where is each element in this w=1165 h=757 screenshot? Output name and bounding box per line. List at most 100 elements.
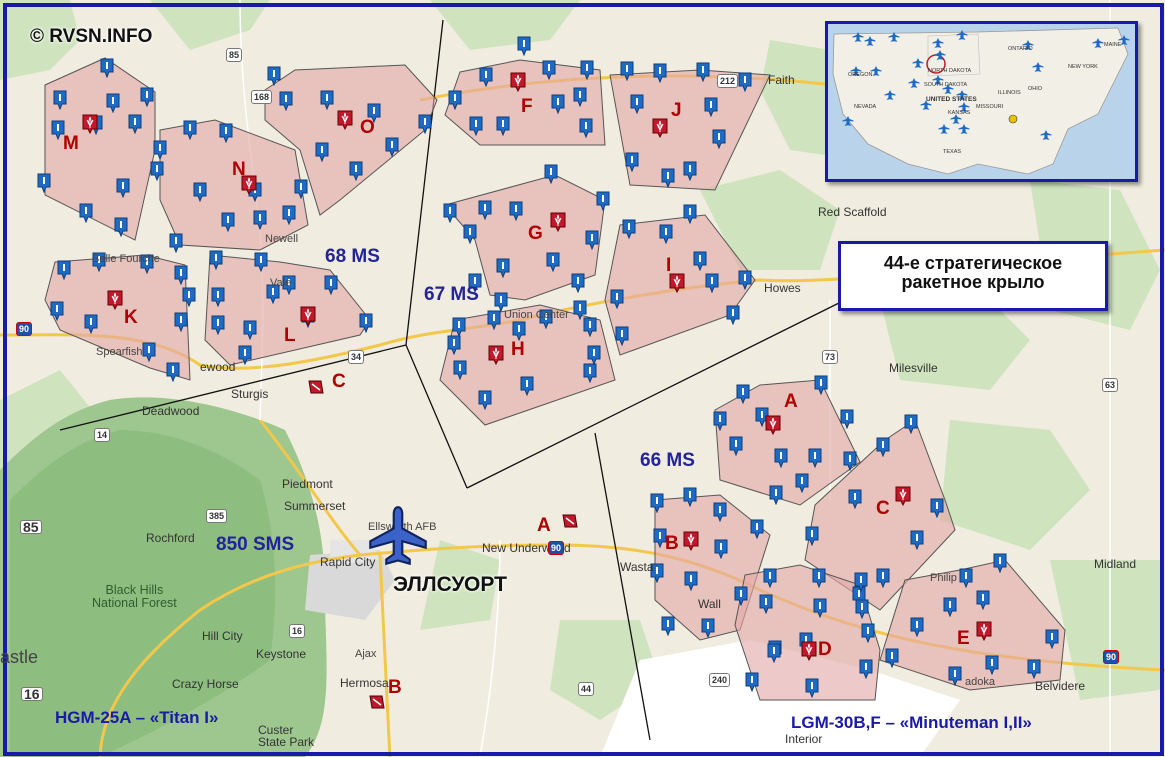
town-vale: Vale [270, 277, 292, 289]
inset-label-nd: NORTH DAKOTA [928, 68, 972, 74]
inset-svg [832, 27, 1130, 175]
zone-letter-I: I [666, 255, 672, 276]
highway-385-shield: 385 [206, 509, 228, 523]
highway-63-shield: 63 [1102, 378, 1119, 392]
highway-85-shield: 85 [226, 48, 243, 62]
titan-silo-icon[interactable] [562, 514, 578, 528]
town-red-scaffold: Red Scaffold [818, 205, 887, 219]
highway-90-shield: 90 [16, 322, 33, 336]
highway-16-shield: 16 [289, 624, 306, 638]
town-whitewood: ewood [200, 360, 236, 374]
squadron-850-label: 850 SMS [216, 534, 295, 555]
town-wasta: Wasta [620, 560, 654, 574]
town-keystone: Keystone [256, 647, 307, 661]
silo-pin-icon[interactable] [661, 616, 675, 636]
wing-label-line1: 44-е стратегическое [883, 253, 1063, 273]
wing-label-line2: ракетное крыло [901, 271, 1045, 292]
town-wall: Wall [698, 597, 721, 611]
map-canvas[interactable]: NORTH DAKOTA SOUTH DAKOTA OREGON NEVADA … [0, 0, 1165, 757]
inset-label-tx: TEXAS [943, 149, 962, 155]
silo-pin-icon[interactable] [443, 203, 457, 223]
silo-pin-icon[interactable] [169, 233, 183, 253]
town-union-center: Union Center [504, 309, 569, 321]
town-milesville: Milesville [889, 361, 938, 375]
minuteman-missile-label: LGM-30B,F – «Minuteman I,II» [791, 713, 1032, 732]
titan-site-B: B [388, 677, 402, 698]
inset-label-ks: KANSAS [948, 110, 971, 116]
town-ajax: Ajax [355, 648, 377, 660]
highway-14-shield: 14 [94, 428, 111, 442]
silo-pin-icon[interactable] [79, 203, 93, 223]
town-faith: Faith [768, 73, 795, 87]
silo-zone-L[interactable] [204, 254, 371, 366]
zone-letter-K: K [124, 307, 138, 328]
inset-label-sd: SOUTH DAKOTA [924, 82, 967, 88]
silo-pin-icon[interactable] [517, 36, 531, 56]
zone-letter-C: C [876, 498, 890, 519]
silo-zone-M[interactable] [44, 57, 156, 241]
town-deadwood: Deadwood [142, 404, 200, 418]
zone-letter-F: F [521, 96, 533, 117]
highway-90-east-shield: 90 [548, 541, 565, 555]
copyright-label: © RVSN.INFO [30, 26, 153, 47]
airbase-name: ЭЛЛСУОРТ [393, 573, 507, 596]
highway-90-far-east-shield: 90 [1103, 650, 1120, 664]
inset-label-on: ONTARIO [1008, 46, 1033, 52]
town-rochford: Rochford [146, 531, 195, 545]
airbase-icon[interactable] [366, 505, 430, 569]
highway-240-shield: 240 [709, 673, 731, 687]
highway-16-west-shield: 16 [21, 687, 43, 701]
silo-pin-icon[interactable] [726, 305, 740, 325]
zone-letter-J: J [671, 100, 682, 121]
town-kadoka: adoka [965, 676, 995, 688]
silo-zone-N[interactable] [159, 119, 309, 251]
park-label-line2: National Forest [92, 596, 177, 611]
zone-letter-N: N [232, 159, 246, 180]
inset-label-or: OREGON [848, 72, 873, 78]
zone-letter-G: G [528, 223, 543, 244]
inset-label-ny: NEW YORK [1068, 64, 1098, 70]
titan-site-C: C [332, 371, 346, 392]
town-summerset: Summerset [284, 499, 346, 513]
silo-pin-icon[interactable] [571, 273, 585, 293]
titan-site-A: A [537, 515, 551, 536]
silo-pin-icon[interactable] [166, 362, 180, 382]
zone-letter-H: H [511, 339, 525, 360]
town-interior: Interior [785, 732, 823, 746]
squadron-66-label: 66 MS [640, 450, 695, 471]
town-spearfish: Spearfish [96, 346, 143, 358]
zone-letter-O: O [360, 117, 375, 138]
titan-silo-icon[interactable] [308, 380, 324, 394]
town-midland: Midland [1094, 557, 1137, 571]
titan-silo-icon[interactable] [369, 695, 385, 709]
inset-label-nv: NEVADA [854, 104, 877, 110]
inset-label-us: UNITED STATES [926, 96, 977, 103]
inset-label-me: MAINE [1104, 42, 1122, 48]
highway-85-south-shield: 85 [20, 520, 42, 534]
squadron-68-label: 68 MS [325, 246, 380, 267]
highway-44-shield: 44 [578, 682, 595, 696]
town-sturgis: Sturgis [231, 387, 269, 401]
town-newell: Newell [265, 233, 299, 245]
town-belvidere: Belvidere [1035, 679, 1086, 693]
inset-label-il: ILLINOIS [998, 90, 1021, 96]
silo-pin-icon[interactable] [840, 409, 854, 429]
town-hermosa: Hermosa [340, 676, 389, 690]
zone-letter-L: L [284, 325, 296, 346]
town-philip: Philip [930, 572, 957, 584]
silo-pin-icon[interactable] [769, 485, 783, 505]
town-castle: astle [0, 647, 39, 667]
town-belle-fourche: Belle Fourche [92, 253, 160, 265]
town-howes: Howes [764, 281, 801, 295]
town-piedmont: Piedmont [282, 477, 333, 491]
inset-us-map[interactable]: NORTH DAKOTA SOUTH DAKOTA OREGON NEVADA … [825, 21, 1138, 182]
inset-label-mo: MISSOURI [976, 104, 1004, 110]
wing-label-box: 44-е стратегическое ракетное крыло [838, 241, 1108, 311]
park-label: Black Hills National Forest [92, 583, 177, 611]
silo-pin-icon[interactable] [463, 224, 477, 244]
zone-letter-B: B [665, 533, 679, 554]
highway-168-shield: 168 [251, 90, 273, 104]
highway-212-shield: 212 [717, 74, 739, 88]
zone-letter-A: A [784, 391, 798, 412]
highway-73-shield: 73 [822, 350, 839, 364]
